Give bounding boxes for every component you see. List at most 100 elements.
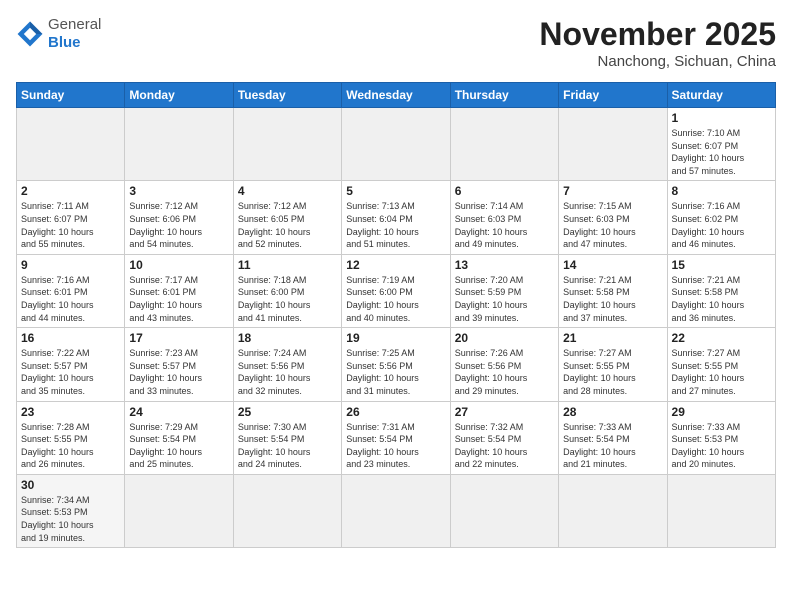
day-cell: 19 Sunrise: 7:25 AM Sunset: 5:56 PM Dayli… [342, 328, 450, 401]
day-number: 2 [21, 184, 120, 198]
day-number: 9 [21, 258, 120, 272]
day-info: Sunrise: 7:13 AM Sunset: 6:04 PM Dayligh… [346, 200, 445, 250]
weekday-header-monday: Monday [125, 83, 233, 108]
day-number: 15 [672, 258, 771, 272]
day-info: Sunrise: 7:15 AM Sunset: 6:03 PM Dayligh… [563, 200, 662, 250]
day-cell [450, 474, 558, 547]
day-cell: 20 Sunrise: 7:26 AM Sunset: 5:56 PM Dayli… [450, 328, 558, 401]
day-cell: 17 Sunrise: 7:23 AM Sunset: 5:57 PM Dayli… [125, 328, 233, 401]
day-cell: 18Sunrise: 7:24 AM Sunset: 5:56 PM Dayli… [233, 328, 341, 401]
day-info: Sunrise: 7:20 AM Sunset: 5:59 PM Dayligh… [455, 274, 554, 324]
day-cell [125, 474, 233, 547]
day-cell: 12 Sunrise: 7:19 AM Sunset: 6:00 PM Dayli… [342, 254, 450, 327]
day-info: Sunrise: 7:10 AM Sunset: 6:07 PM Dayligh… [672, 127, 771, 177]
day-info: Sunrise: 7:22 AM Sunset: 5:57 PM Dayligh… [21, 347, 120, 397]
day-number: 17 [129, 331, 228, 345]
day-number: 21 [563, 331, 662, 345]
week-row-1: 1Sunrise: 7:10 AM Sunset: 6:07 PM Daylig… [17, 108, 776, 181]
day-info: Sunrise: 7:19 AM Sunset: 6:00 PM Dayligh… [346, 274, 445, 324]
day-number: 14 [563, 258, 662, 272]
day-info: Sunrise: 7:12 AM Sunset: 6:06 PM Dayligh… [129, 200, 228, 250]
day-cell: 24Sunrise: 7:29 AM Sunset: 5:54 PM Dayli… [125, 401, 233, 474]
logo: General Blue [16, 16, 101, 52]
day-cell: 26Sunrise: 7:31 AM Sunset: 5:54 PM Dayli… [342, 401, 450, 474]
day-cell [450, 108, 558, 181]
day-info: Sunrise: 7:24 AM Sunset: 5:56 PM Dayligh… [238, 347, 337, 397]
day-number: 27 [455, 405, 554, 419]
day-cell: 30 Sunrise: 7:34 AM Sunset: 5:53 PM Dayli… [17, 474, 125, 547]
day-cell [233, 474, 341, 547]
day-cell [17, 108, 125, 181]
day-number: 3 [129, 184, 228, 198]
day-info: Sunrise: 7:26 AM Sunset: 5:56 PM Dayligh… [455, 347, 554, 397]
day-info: Sunrise: 7:33 AM Sunset: 5:53 PM Dayligh… [672, 421, 771, 471]
day-info: Sunrise: 7:33 AM Sunset: 5:54 PM Dayligh… [563, 421, 662, 471]
day-info: Sunrise: 7:21 AM Sunset: 5:58 PM Dayligh… [672, 274, 771, 324]
week-row-6: 30 Sunrise: 7:34 AM Sunset: 5:53 PM Dayli… [17, 474, 776, 547]
day-cell: 11Sunrise: 7:18 AM Sunset: 6:00 PM Dayli… [233, 254, 341, 327]
location: Nanchong, Sichuan, China [539, 53, 776, 70]
day-cell: 5 Sunrise: 7:13 AM Sunset: 6:04 PM Daylig… [342, 181, 450, 254]
day-number: 10 [129, 258, 228, 272]
day-info: Sunrise: 7:27 AM Sunset: 5:55 PM Dayligh… [563, 347, 662, 397]
day-number: 30 [21, 478, 120, 492]
day-cell: 8 Sunrise: 7:16 AM Sunset: 6:02 PM Daylig… [667, 181, 775, 254]
day-number: 12 [346, 258, 445, 272]
day-cell [342, 474, 450, 547]
day-number: 8 [672, 184, 771, 198]
month-title: November 2025 [539, 16, 776, 53]
day-cell [667, 474, 775, 547]
day-info: Sunrise: 7:34 AM Sunset: 5:53 PM Dayligh… [21, 494, 120, 544]
day-info: Sunrise: 7:12 AM Sunset: 6:05 PM Dayligh… [238, 200, 337, 250]
day-number: 22 [672, 331, 771, 345]
day-info: Sunrise: 7:31 AM Sunset: 5:54 PM Dayligh… [346, 421, 445, 471]
day-cell: 4 Sunrise: 7:12 AM Sunset: 6:05 PM Daylig… [233, 181, 341, 254]
day-number: 4 [238, 184, 337, 198]
day-cell: 27 Sunrise: 7:32 AM Sunset: 5:54 PM Dayli… [450, 401, 558, 474]
day-info: Sunrise: 7:30 AM Sunset: 5:54 PM Dayligh… [238, 421, 337, 471]
day-cell [233, 108, 341, 181]
day-info: Sunrise: 7:23 AM Sunset: 5:57 PM Dayligh… [129, 347, 228, 397]
logo-icon [16, 20, 44, 48]
header: General Blue November 2025 Nanchong, Sic… [16, 16, 776, 70]
day-number: 23 [21, 405, 120, 419]
day-cell: 25Sunrise: 7:30 AM Sunset: 5:54 PM Dayli… [233, 401, 341, 474]
day-number: 29 [672, 405, 771, 419]
day-cell: 14Sunrise: 7:21 AM Sunset: 5:58 PM Dayli… [559, 254, 667, 327]
day-number: 24 [129, 405, 228, 419]
day-cell: 10Sunrise: 7:17 AM Sunset: 6:01 PM Dayli… [125, 254, 233, 327]
day-info: Sunrise: 7:28 AM Sunset: 5:55 PM Dayligh… [21, 421, 120, 471]
day-info: Sunrise: 7:16 AM Sunset: 6:01 PM Dayligh… [21, 274, 120, 324]
day-info: Sunrise: 7:16 AM Sunset: 6:02 PM Dayligh… [672, 200, 771, 250]
day-cell: 2 Sunrise: 7:11 AM Sunset: 6:07 PM Daylig… [17, 181, 125, 254]
logo-blue: Blue [48, 34, 81, 51]
day-info: Sunrise: 7:32 AM Sunset: 5:54 PM Dayligh… [455, 421, 554, 471]
day-number: 20 [455, 331, 554, 345]
day-cell: 6 Sunrise: 7:14 AM Sunset: 6:03 PM Daylig… [450, 181, 558, 254]
day-info: Sunrise: 7:14 AM Sunset: 6:03 PM Dayligh… [455, 200, 554, 250]
day-cell: 1Sunrise: 7:10 AM Sunset: 6:07 PM Daylig… [667, 108, 775, 181]
logo-general: General [48, 16, 101, 33]
weekday-header-sunday: Sunday [17, 83, 125, 108]
day-number: 5 [346, 184, 445, 198]
day-number: 7 [563, 184, 662, 198]
weekday-header-thursday: Thursday [450, 83, 558, 108]
day-info: Sunrise: 7:25 AM Sunset: 5:56 PM Dayligh… [346, 347, 445, 397]
day-cell [342, 108, 450, 181]
day-cell: 21 Sunrise: 7:27 AM Sunset: 5:55 PM Dayli… [559, 328, 667, 401]
day-cell: 28Sunrise: 7:33 AM Sunset: 5:54 PM Dayli… [559, 401, 667, 474]
day-number: 19 [346, 331, 445, 345]
day-cell: 15 Sunrise: 7:21 AM Sunset: 5:58 PM Dayli… [667, 254, 775, 327]
day-cell: 7 Sunrise: 7:15 AM Sunset: 6:03 PM Daylig… [559, 181, 667, 254]
calendar-table: SundayMondayTuesdayWednesdayThursdayFrid… [16, 82, 776, 548]
day-number: 6 [455, 184, 554, 198]
weekday-header-saturday: Saturday [667, 83, 775, 108]
week-row-5: 23 Sunrise: 7:28 AM Sunset: 5:55 PM Dayli… [17, 401, 776, 474]
week-row-2: 2 Sunrise: 7:11 AM Sunset: 6:07 PM Daylig… [17, 181, 776, 254]
day-cell: 29 Sunrise: 7:33 AM Sunset: 5:53 PM Dayli… [667, 401, 775, 474]
day-number: 11 [238, 258, 337, 272]
day-cell: 9 Sunrise: 7:16 AM Sunset: 6:01 PM Daylig… [17, 254, 125, 327]
day-info: Sunrise: 7:11 AM Sunset: 6:07 PM Dayligh… [21, 200, 120, 250]
calendar-body: 1Sunrise: 7:10 AM Sunset: 6:07 PM Daylig… [17, 108, 776, 548]
weekday-header-tuesday: Tuesday [233, 83, 341, 108]
